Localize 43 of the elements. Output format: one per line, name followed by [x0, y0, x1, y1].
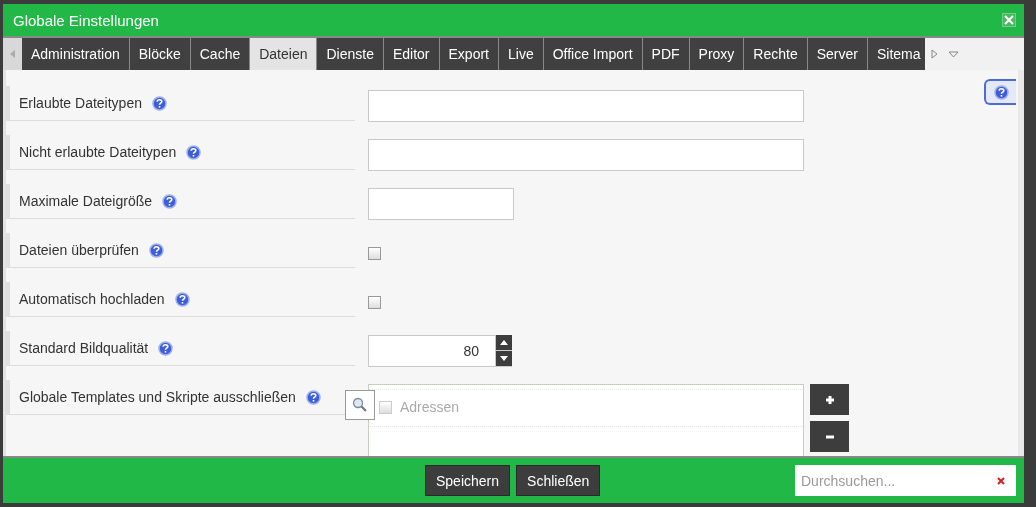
- dialog-button[interactable]: Schließen: [516, 465, 601, 496]
- text-field[interactable]: [368, 90, 804, 122]
- search-field[interactable]: Durchsuchen...: [795, 465, 1016, 496]
- help-icon[interactable]: [148, 242, 164, 258]
- checkbox[interactable]: [368, 247, 381, 260]
- label-text: Globale Templates und Skripte ausschließen: [19, 389, 296, 405]
- help-icon[interactable]: [151, 95, 167, 111]
- right-arrow-icon[interactable]: [930, 49, 938, 59]
- label-text: Erlaubte Dateitypen: [19, 95, 142, 111]
- down-arrow-icon: [500, 356, 508, 361]
- help-icon[interactable]: [158, 340, 174, 356]
- clear-icon[interactable]: [997, 477, 1005, 485]
- search-button[interactable]: [345, 390, 375, 420]
- help-icon[interactable]: [174, 291, 190, 307]
- help-icon[interactable]: [186, 144, 202, 160]
- close-icon: [1004, 15, 1014, 25]
- remove-button[interactable]: [810, 421, 849, 452]
- help-icon: [993, 84, 1009, 100]
- help-button[interactable]: [984, 79, 1016, 105]
- left-arrow-icon: [9, 50, 16, 58]
- help-icon[interactable]: [305, 389, 321, 405]
- up-arrow-icon: [500, 340, 508, 345]
- checkbox[interactable]: [379, 400, 392, 414]
- window-title: Globale Einstellungen: [13, 11, 159, 29]
- tab[interactable]: Dateien: [250, 38, 318, 70]
- label-text: Automatisch hochladen: [19, 291, 165, 307]
- help-icon[interactable]: [162, 193, 178, 209]
- search-icon: [352, 397, 368, 413]
- number-field[interactable]: 80: [368, 335, 496, 367]
- label-text: Dateien überprüfen: [19, 242, 139, 258]
- add-button[interactable]: [810, 384, 849, 415]
- text-field[interactable]: [368, 139, 804, 171]
- decrement-button[interactable]: [496, 351, 512, 366]
- plus-icon: [824, 394, 835, 405]
- checkbox[interactable]: [368, 296, 381, 309]
- text-field[interactable]: [368, 188, 514, 220]
- label-text: Standard Bildqualität: [19, 340, 149, 356]
- increment-button[interactable]: [496, 335, 512, 350]
- minus-icon: [824, 434, 835, 439]
- label-text: Nicht erlaubte Dateitypen: [19, 144, 177, 160]
- dropdown-arrow-icon[interactable]: [947, 50, 959, 58]
- label-text: Maximale Dateigröße: [19, 193, 153, 209]
- dialog-button[interactable]: Speichern: [425, 465, 511, 496]
